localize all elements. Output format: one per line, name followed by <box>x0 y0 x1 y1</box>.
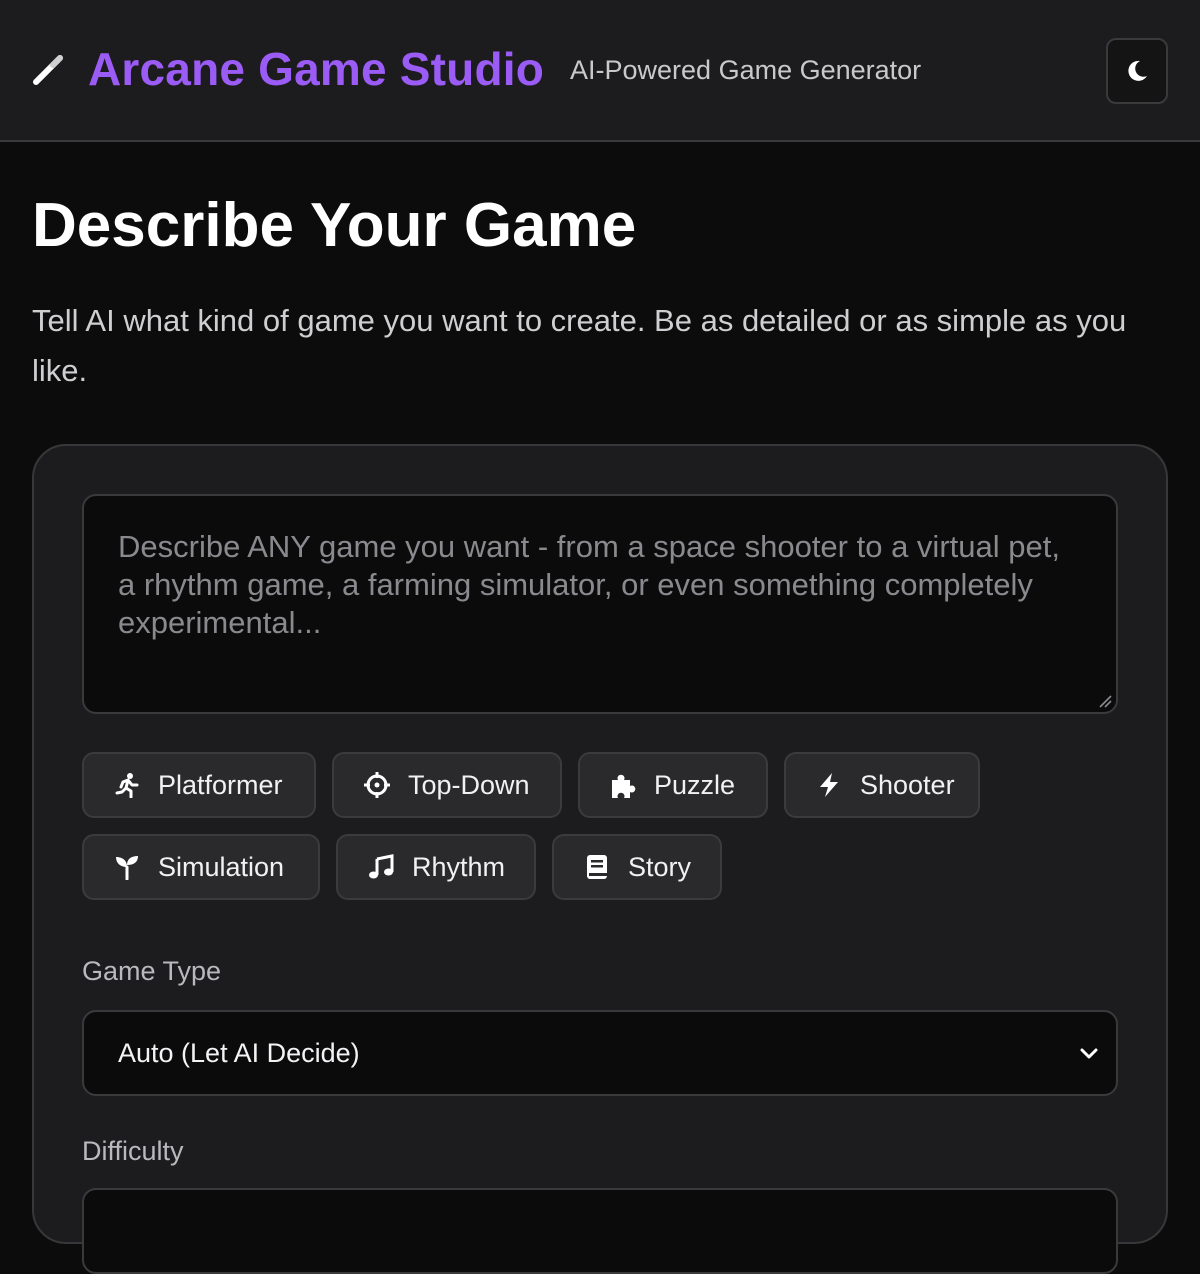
page-description: Tell AI what kind of game you want to cr… <box>32 303 1127 388</box>
game-description-textarea[interactable]: Describe ANY game you want - from a spac… <box>82 494 1118 714</box>
chip-label: Story <box>628 851 692 882</box>
game-type-select[interactable]: Auto (Let AI Decide) <box>82 1010 1118 1096</box>
app-header: Arcane Game Studio AI-Powered Game Gener… <box>0 0 1200 142</box>
book-icon <box>587 855 607 879</box>
genre-chip-puzzle[interactable]: Puzzle <box>578 752 768 818</box>
page-title: Describe Your Game <box>32 191 637 260</box>
difficulty-select[interactable] <box>82 1188 1118 1274</box>
chip-label: Simulation <box>158 851 285 882</box>
genre-chip-top-down[interactable]: Top-Down <box>332 752 562 818</box>
game-type-label: Game Type <box>82 956 222 986</box>
magic-wand-icon <box>33 55 63 85</box>
seedling-icon <box>116 856 138 880</box>
running-person-icon <box>115 773 139 798</box>
chip-label: Platformer <box>158 769 283 800</box>
chip-label: Rhythm <box>412 851 506 882</box>
chip-label: Shooter <box>860 769 955 800</box>
chip-label: Puzzle <box>654 769 736 800</box>
moon-icon <box>1128 60 1147 81</box>
lightning-bolt-icon <box>820 773 838 797</box>
difficulty-label: Difficulty <box>82 1136 184 1166</box>
puzzle-piece-icon <box>612 774 636 798</box>
genre-chip-rhythm[interactable]: Rhythm <box>336 834 536 900</box>
chip-label: Top-Down <box>408 769 530 800</box>
genre-chip-shooter[interactable]: Shooter <box>784 752 980 818</box>
genre-chip-simulation[interactable]: Simulation <box>82 834 320 900</box>
textarea-placeholder: Describe ANY game you want - from a spac… <box>118 529 1060 640</box>
game-type-selected-value: Auto (Let AI Decide) <box>118 1037 360 1068</box>
chevron-down-icon <box>1080 1048 1098 1059</box>
resize-handle-icon[interactable] <box>1098 694 1112 708</box>
app-title: Arcane Game Studio <box>88 43 545 95</box>
app-subtitle: AI-Powered Game Generator <box>570 55 922 85</box>
genre-chip-story[interactable]: Story <box>552 834 722 900</box>
crosshair-icon <box>364 772 390 798</box>
music-note-icon <box>369 854 394 879</box>
genre-chip-platformer[interactable]: Platformer <box>82 752 316 818</box>
theme-toggle-button[interactable] <box>1106 38 1168 104</box>
